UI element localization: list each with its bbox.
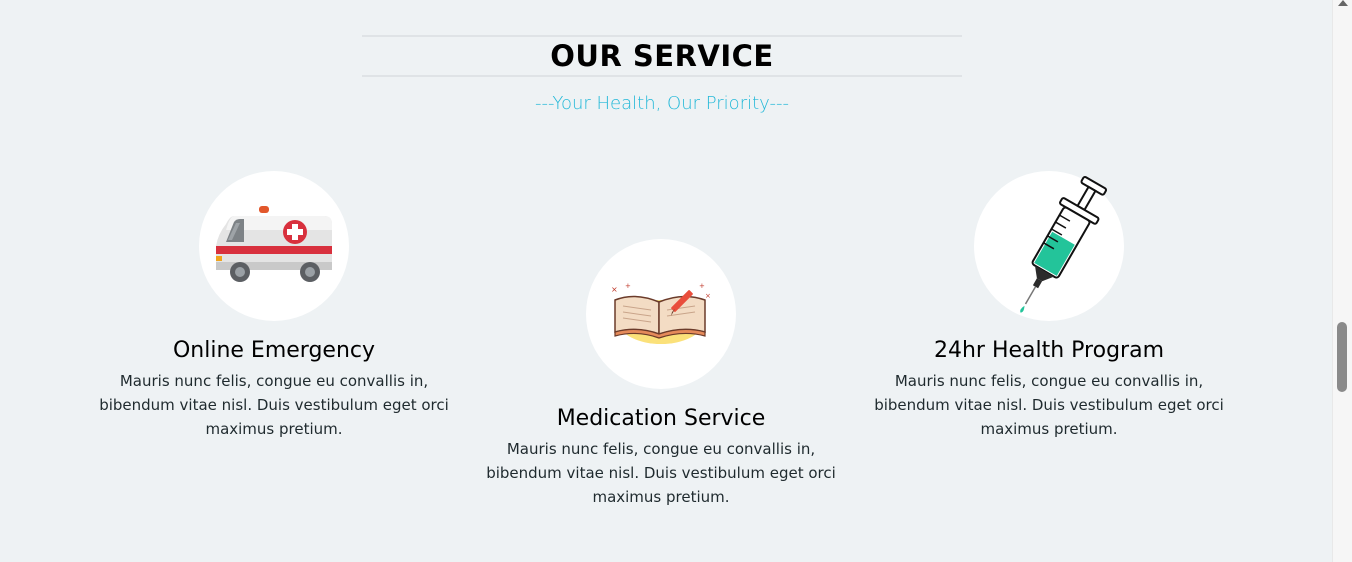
- service-title: Online Emergency: [172, 338, 376, 363]
- services-section: OUR SERVICE ---Your Health, Our Priority…: [0, 0, 1333, 562]
- svg-text:+: +: [699, 282, 705, 290]
- ambulance-icon: [216, 206, 332, 282]
- service-description: Mauris nunc felis, congue eu convallis i…: [874, 372, 1224, 438]
- service-description: Mauris nunc felis, congue eu convallis i…: [99, 372, 449, 438]
- scroll-up-arrow-icon[interactable]: [1338, 0, 1348, 6]
- service-description: Mauris nunc felis, congue eu convallis i…: [486, 440, 836, 506]
- service-card-medication: × + + × Medication Service Mauris nunc f…: [476, 239, 846, 509]
- scrollbar-thumb[interactable]: [1337, 322, 1347, 392]
- service-icon-circle: [974, 171, 1124, 321]
- service-icon-circle: × + + ×: [586, 239, 736, 389]
- section-title: OUR SERVICE: [550, 39, 774, 73]
- service-icon-circle: [199, 171, 349, 321]
- service-card-24hr-health: 24hr Health Program Mauris nunc felis, c…: [864, 171, 1234, 441]
- service-title: 24hr Health Program: [933, 338, 1165, 363]
- svg-text:×: ×: [611, 285, 618, 294]
- svg-text:×: ×: [705, 292, 711, 300]
- service-card-online-emergency: Online Emergency Mauris nunc felis, cong…: [89, 171, 459, 441]
- service-title: Medication Service: [556, 406, 766, 431]
- section-subtitle: ---Your Health, Our Priority---: [535, 93, 789, 114]
- syringe-icon: [1020, 176, 1108, 313]
- vertical-scrollbar[interactable]: [1332, 0, 1352, 562]
- svg-text:+: +: [625, 282, 631, 290]
- medical-book-icon: × + + ×: [611, 282, 711, 344]
- section-title-frame: OUR SERVICE: [362, 35, 962, 77]
